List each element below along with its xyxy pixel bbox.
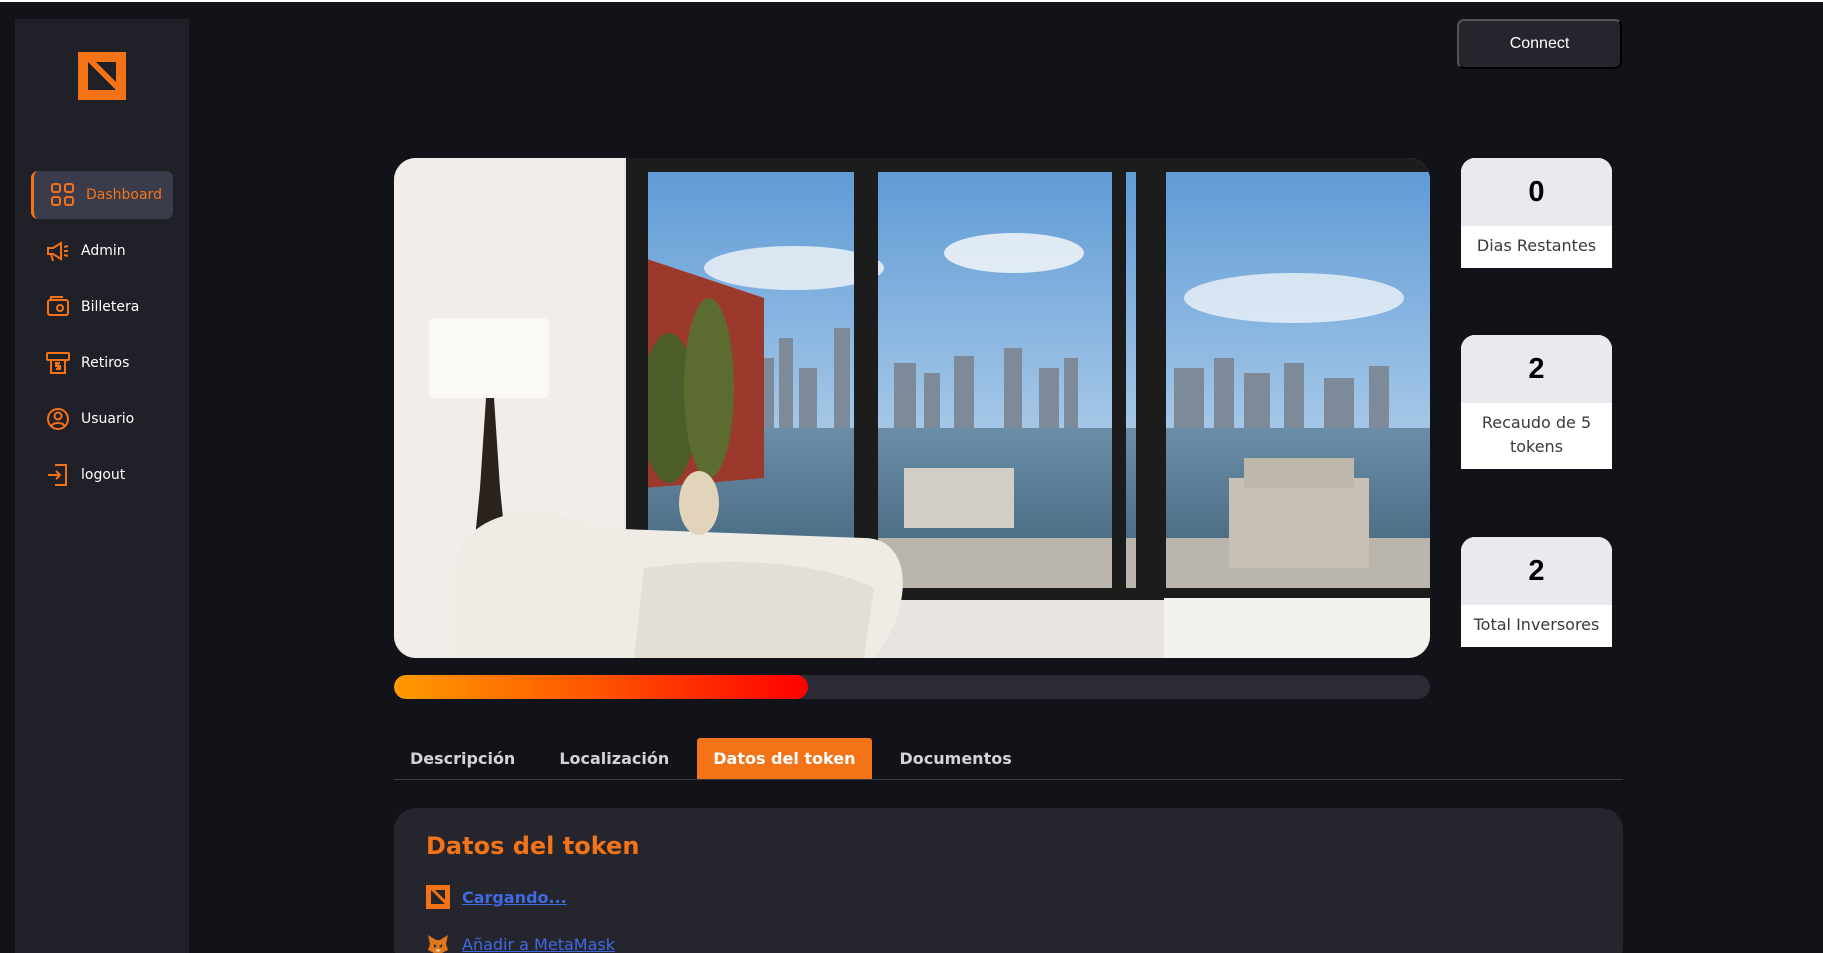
megaphone-icon — [47, 241, 69, 262]
brand-logo-icon[interactable] — [78, 52, 126, 100]
tab-documentos[interactable]: Documentos — [884, 738, 1028, 779]
dollar-withdraw-icon — [46, 352, 70, 374]
stat-label: Recaudo de 5 tokens — [1481, 413, 1592, 456]
user-circle-icon — [47, 408, 69, 430]
sidebar-item-label: Retiros — [81, 355, 130, 371]
stat-card-collected: 2 Recaudo de 5 tokens — [1461, 335, 1612, 469]
stat-card-days-remaining: 0 Dias Restantes — [1461, 158, 1612, 268]
stat-card-total-investors: 2 Total Inversores — [1461, 537, 1612, 647]
stat-value: 2 — [1461, 537, 1612, 605]
add-to-metamask-link[interactable]: Añadir a MetaMask — [462, 935, 615, 953]
sidebar-item-label: Usuario — [81, 411, 135, 427]
logout-icon — [48, 464, 67, 486]
brand-logo-icon — [426, 885, 450, 909]
property-hero-image — [394, 158, 1430, 658]
sidebar-item-label: logout — [81, 467, 126, 483]
sidebar-item-usuario[interactable]: Usuario — [31, 395, 173, 443]
stat-label: Dias Restantes — [1476, 236, 1597, 255]
sidebar-item-label: Billetera — [81, 299, 140, 315]
stat-value: 2 — [1461, 335, 1612, 403]
sidebar-item-label: Dashboard — [86, 187, 162, 203]
progress-fill — [394, 675, 809, 699]
token-data-panel: Datos del token Cargando... Añadir a Met… — [394, 808, 1623, 953]
tab-bar: Descripción Localización Datos del token… — [394, 738, 1623, 780]
metamask-row: Añadir a MetaMask — [426, 932, 615, 953]
stat-value: 0 — [1461, 158, 1612, 226]
tab-descripcion[interactable]: Descripción — [394, 738, 531, 779]
funding-progress-bar — [394, 675, 1430, 699]
apartment-photo — [394, 158, 1430, 658]
sidebar: Dashboard Admin Billetera Retiros Usuari… — [15, 19, 189, 953]
wallet-icon — [47, 296, 69, 316]
sidebar-item-retiros[interactable]: Retiros — [31, 339, 173, 387]
tab-datos-del-token[interactable]: Datos del token — [697, 738, 872, 779]
token-loading-link[interactable]: Cargando... — [462, 888, 567, 907]
metamask-fox-icon — [428, 935, 448, 953]
stat-label: Total Inversores — [1473, 615, 1600, 634]
sidebar-nav: Dashboard Admin Billetera Retiros Usuari… — [31, 171, 173, 507]
tab-localizacion[interactable]: Localización — [543, 738, 685, 779]
sidebar-item-logout[interactable]: logout — [31, 451, 173, 499]
sidebar-item-dashboard[interactable]: Dashboard — [31, 171, 173, 219]
connect-wallet-button[interactable]: Connect — [1457, 19, 1622, 69]
panel-title: Datos del token — [426, 832, 640, 860]
sidebar-item-label: Admin — [81, 243, 126, 259]
sidebar-item-admin[interactable]: Admin — [31, 227, 173, 275]
grid-icon — [51, 183, 74, 206]
sidebar-item-billetera[interactable]: Billetera — [31, 283, 173, 331]
token-contract-row: Cargando... — [426, 885, 567, 909]
